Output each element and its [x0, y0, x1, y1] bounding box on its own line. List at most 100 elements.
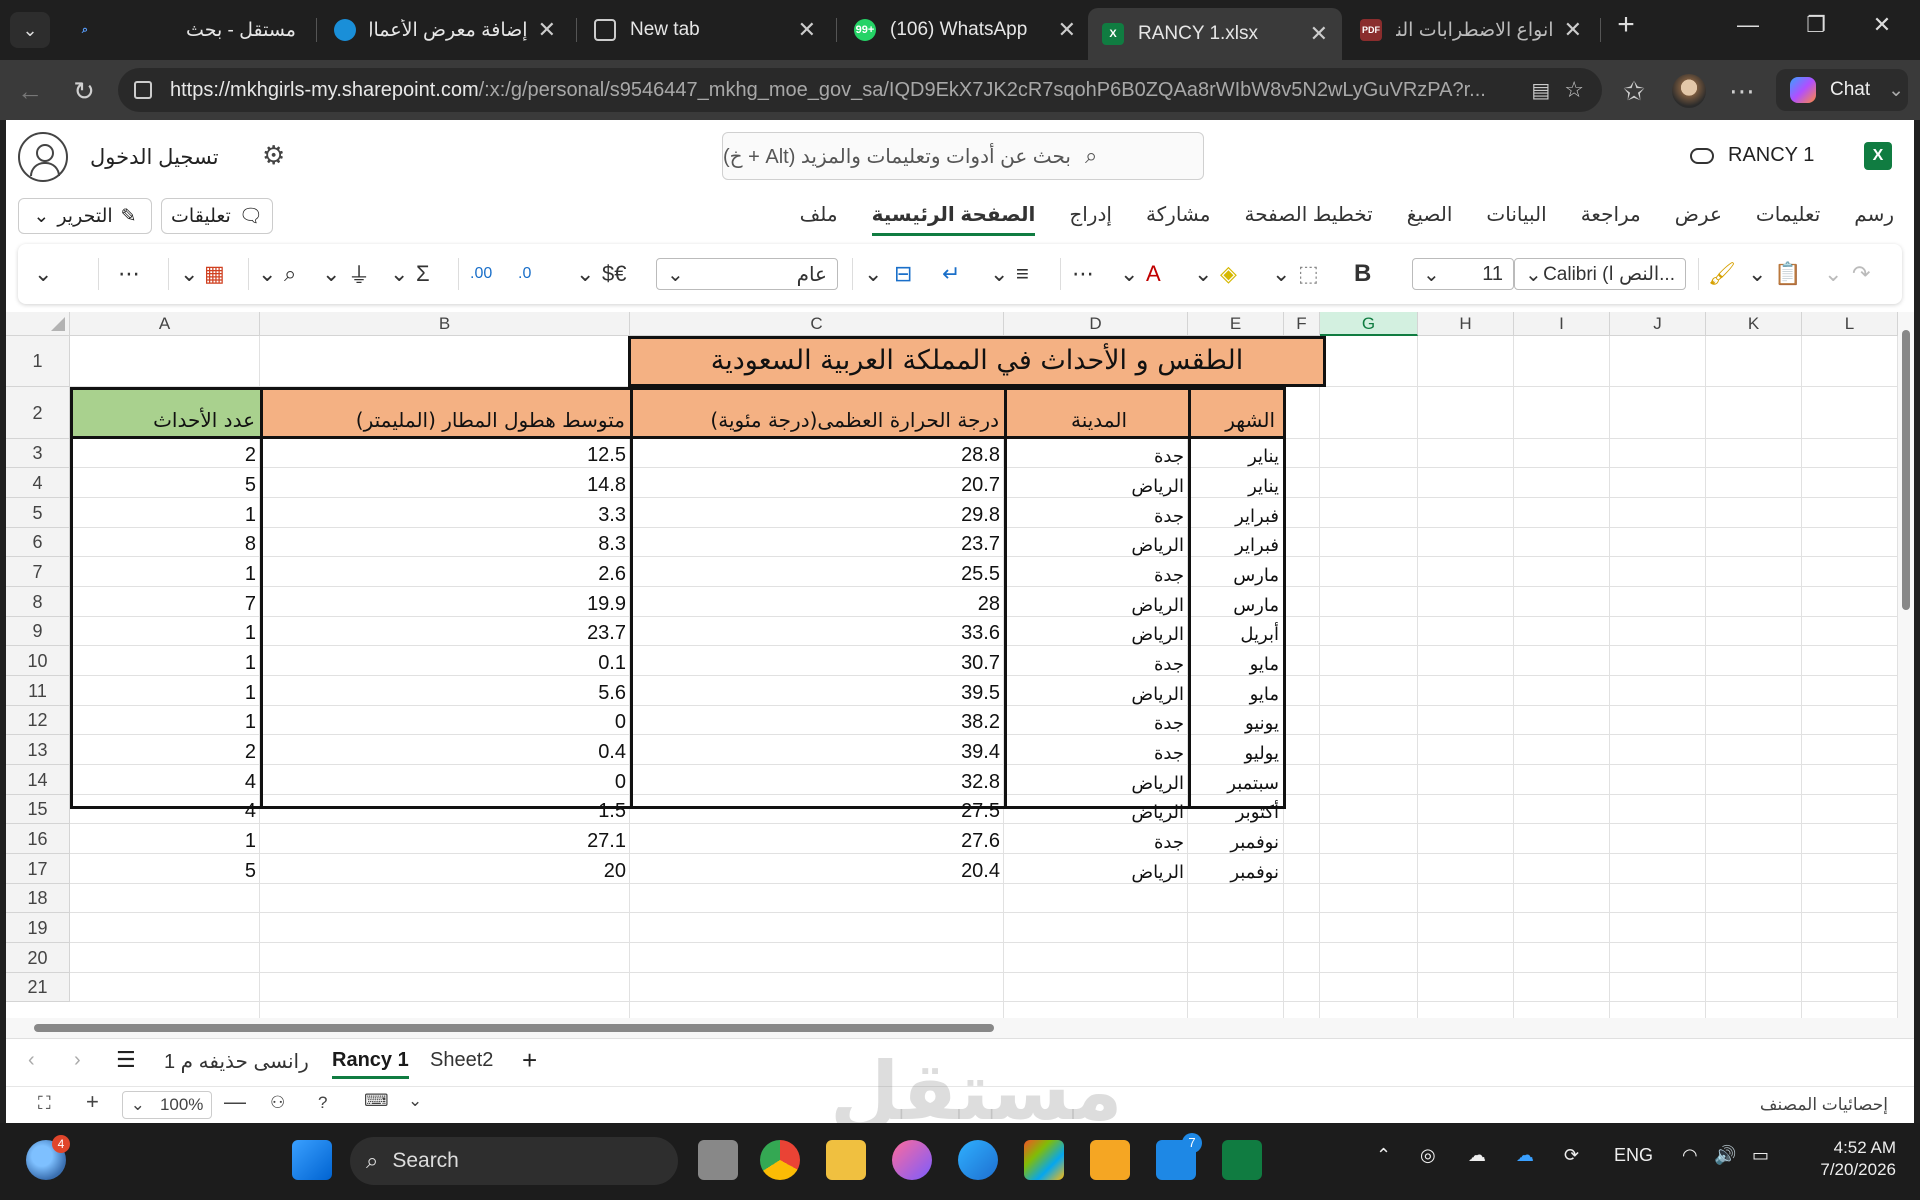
tab-share[interactable]: مشاركة — [1146, 202, 1211, 236]
cell-month[interactable]: يناير — [1191, 439, 1283, 468]
row-header-18[interactable]: 18 — [6, 884, 70, 913]
cell-events[interactable]: 1 — [72, 557, 260, 587]
cell-events[interactable]: 2 — [72, 735, 260, 765]
cell-rain[interactable]: 14.8 — [263, 468, 630, 498]
row-header-8[interactable]: 8 — [6, 587, 70, 617]
collapse-ribbon-icon[interactable]: ⌄ — [34, 258, 52, 290]
cell-temp[interactable]: 28.8 — [633, 439, 1004, 468]
zoom-out-icon[interactable]: — — [224, 1089, 246, 1115]
select-all-corner[interactable] — [6, 312, 70, 336]
chevron-down-icon[interactable]: ⌄ — [1824, 258, 1842, 290]
close-icon[interactable]: ✕ — [798, 17, 816, 43]
format-painter-icon[interactable]: 🖌 — [1708, 258, 1736, 290]
tab-help[interactable]: تعليمات — [1756, 202, 1820, 236]
cell-events[interactable]: 7 — [72, 587, 260, 617]
cell-month[interactable]: أبريل — [1191, 617, 1283, 646]
column-header-a[interactable]: A — [70, 312, 260, 336]
chevron-down-icon[interactable]: ⌄ — [1120, 258, 1138, 290]
cell-temp[interactable]: 28 — [633, 587, 1004, 617]
back-icon[interactable]: ← — [14, 76, 46, 107]
tab-pdf[interactable]: PDF انواع الاضطرابات النفس ✕ — [1346, 8, 1596, 52]
cell-city[interactable]: الرياض — [1007, 528, 1188, 557]
horizontal-scrollbar[interactable] — [6, 1018, 1914, 1038]
row-header-1[interactable]: 1 — [6, 336, 70, 387]
cell-month[interactable]: فبراير — [1191, 498, 1283, 528]
cell-events[interactable]: 4 — [72, 795, 260, 824]
tab-review[interactable]: مراجعة — [1581, 202, 1641, 236]
refresh-icon[interactable]: ↻ — [68, 76, 100, 107]
cell-rain[interactable]: 23.7 — [263, 617, 630, 646]
find-icon[interactable]: ⌕ — [284, 258, 296, 290]
restore-button[interactable]: ❐ — [1796, 12, 1836, 38]
row-header-7[interactable]: 7 — [6, 557, 70, 587]
downloads-icon[interactable] — [1090, 1140, 1130, 1180]
column-header-b[interactable]: B — [260, 312, 630, 336]
sort-filter-icon[interactable]: ⏚ — [348, 258, 370, 290]
new-tab-button[interactable]: + — [1606, 8, 1646, 42]
cell-events[interactable]: 1 — [72, 646, 260, 676]
fill-color-icon[interactable]: ◈ — [1220, 258, 1237, 290]
cell-month[interactable]: يونيو — [1191, 706, 1283, 735]
chevron-down-icon[interactable]: ⌄ — [864, 258, 882, 290]
cell-temp[interactable]: 23.7 — [633, 528, 1004, 557]
row-header-16[interactable]: 16 — [6, 824, 70, 854]
row-header-5[interactable]: 5 — [6, 498, 70, 528]
wifi-icon[interactable]: ◠ — [1682, 1145, 1698, 1166]
header-max-temp[interactable]: درجة الحرارة العظمى(درجة مئوية) — [630, 387, 1010, 439]
close-icon[interactable]: ✕ — [1058, 17, 1076, 43]
chevron-down-icon[interactable]: ⌄ — [390, 258, 408, 290]
cell-month[interactable]: مايو — [1191, 646, 1283, 676]
merge-center-icon[interactable]: ⊟ — [894, 258, 912, 290]
header-rain[interactable]: متوسط هطول المطار (المليمتر) — [260, 387, 636, 439]
header-month[interactable]: الشهر — [1188, 387, 1286, 439]
row-header-13[interactable]: 13 — [6, 735, 70, 765]
spreadsheet-grid[interactable]: ABCDEFGHIJKL 1 2 3 4 5 6 7 8 9 10 11 12 13 14 15 16 17 18… — [6, 312, 1914, 1018]
cell-temp[interactable]: 20.4 — [633, 854, 1004, 884]
cell-rain[interactable]: 0.1 — [263, 646, 630, 676]
cell-temp[interactable]: 33.6 — [633, 617, 1004, 646]
cell-city[interactable]: الرياض — [1007, 854, 1188, 884]
cell-events[interactable]: 5 — [72, 854, 260, 884]
tab-data[interactable]: البيانات — [1486, 202, 1546, 236]
favorites-icon[interactable]: ✩ — [1618, 76, 1650, 107]
column-header-e[interactable]: E — [1188, 312, 1284, 336]
cell-temp[interactable]: 38.2 — [633, 706, 1004, 735]
cell-events[interactable]: 8 — [72, 528, 260, 557]
close-icon[interactable]: ✕ — [1564, 17, 1582, 43]
chevron-up-icon[interactable]: ⌃ — [1376, 1145, 1391, 1166]
column-header-f[interactable]: F — [1284, 312, 1320, 336]
row-header-21[interactable]: 21 — [6, 973, 70, 1002]
profile-avatar[interactable] — [1672, 74, 1706, 108]
row-header-6[interactable]: 6 — [6, 528, 70, 557]
more-icon[interactable]: ⋯ — [1726, 76, 1758, 107]
currency-format-icon[interactable]: $€ — [602, 258, 626, 290]
bold-button[interactable]: B — [1354, 258, 1371, 290]
cell-rain[interactable]: 19.9 — [263, 587, 630, 617]
cell-city[interactable]: الرياض — [1007, 795, 1188, 824]
scroll-left-icon[interactable]: ‹ — [28, 1049, 35, 1072]
sheet-tab-rancy1[interactable]: Rancy 1 — [332, 1049, 409, 1079]
cell-temp[interactable]: 20.7 — [633, 468, 1004, 498]
cell-city[interactable]: جدة — [1007, 706, 1188, 735]
cell-month[interactable]: فبراير — [1191, 528, 1283, 557]
column-header-c[interactable]: C — [630, 312, 1004, 336]
chevron-down-icon[interactable]: ⌄ — [990, 258, 1008, 290]
keyboard-icon[interactable]: ⌨ — [364, 1091, 389, 1111]
add-sheet-icon[interactable]: + — [522, 1045, 537, 1076]
chevron-down-icon[interactable]: ⌄ — [258, 258, 276, 290]
cell-city[interactable]: الرياض — [1007, 587, 1188, 617]
tab-file[interactable]: ملف — [800, 202, 838, 236]
cell-month[interactable]: يناير — [1191, 468, 1283, 498]
cell-temp[interactable]: 27.5 — [633, 795, 1004, 824]
tab-actions-button[interactable]: ⌄ — [10, 12, 50, 48]
scroll-right-icon[interactable]: › — [74, 1049, 81, 1072]
battery-icon[interactable]: ▭ — [1752, 1145, 1769, 1166]
cell-month[interactable]: مارس — [1191, 587, 1283, 617]
tab-new-tab[interactable]: New tab ✕ — [580, 8, 830, 52]
zoom-dropdown[interactable]: ⌄ 100% — [122, 1091, 212, 1119]
font-color-icon[interactable]: A — [1146, 258, 1161, 290]
cell-events[interactable]: 1 — [72, 706, 260, 735]
table-format-icon[interactable]: ▦ — [204, 258, 225, 290]
excel-taskbar-icon[interactable] — [1222, 1140, 1262, 1180]
scrollbar-thumb[interactable] — [1902, 330, 1910, 610]
